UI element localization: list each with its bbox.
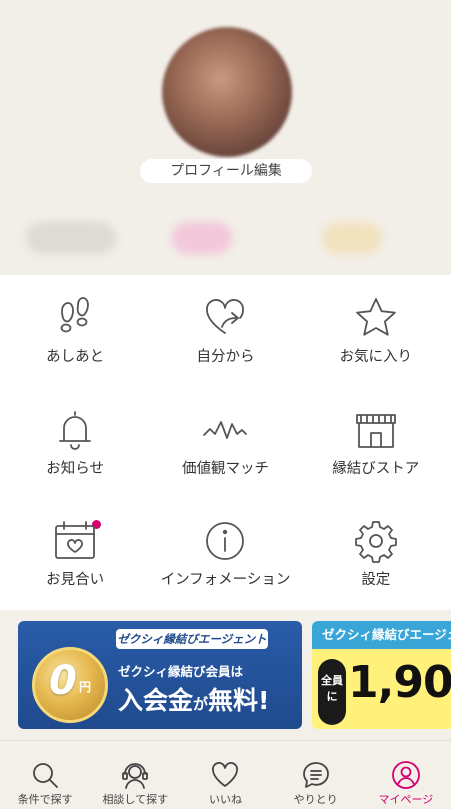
headline-part: が: [193, 695, 209, 713]
bottom-tab-bar: 条件で探す 相談して探す いいね やりとり マイページ: [0, 740, 451, 809]
store-icon: [353, 407, 399, 453]
zero-yen-coin: 0 円: [32, 647, 108, 723]
menu-item-footprints[interactable]: あしあと: [0, 275, 150, 387]
blurred-stat: [26, 222, 116, 254]
menu-item-settings[interactable]: 設定: [301, 498, 451, 610]
menu-item-favorites[interactable]: お気に入り: [301, 275, 451, 387]
tab-label: 条件で探す: [17, 793, 73, 806]
tab-search[interactable]: 条件で探す: [0, 741, 90, 809]
menu-label: 自分から: [196, 349, 255, 365]
menu-label: 価値観マッチ: [181, 460, 269, 477]
menu-label: お気に入り: [339, 349, 413, 365]
star-icon: [353, 295, 399, 341]
everyone-badge: 全員に: [318, 659, 346, 725]
tab-likes[interactable]: いいね: [180, 741, 270, 809]
banner-headline: 入会金が無料!: [118, 681, 269, 717]
agent-promo-banner[interactable]: ゼクシィ縁結びエージェント 0 円 ゼクシィ縁結び会員は 入会金が無料!: [18, 621, 302, 729]
footprints-icon: [52, 295, 98, 341]
agent-points-banner[interactable]: ゼクシィ縁結びエージェ 全員に 1,900: [312, 621, 451, 729]
menu-item-information[interactable]: インフォメーション: [150, 498, 300, 753]
chat-icon: [301, 760, 331, 790]
calendar-heart-icon: [52, 518, 98, 564]
tab-label: やりとり: [293, 793, 338, 806]
tab-mypage[interactable]: マイページ: [361, 741, 451, 809]
tab-label: いいね: [208, 793, 242, 806]
menu-label: お見合い: [46, 572, 105, 589]
heart-share-icon: [202, 295, 248, 341]
avatar[interactable]: [162, 27, 292, 157]
tab-label: 相談して探す: [102, 793, 169, 806]
menu-label: あしあと: [46, 349, 105, 365]
heart-icon: [210, 760, 240, 790]
mypage-menu: あしあと 自分から お気に入り お知らせ 価値観マッチ 縁結びストア お見合い …: [0, 275, 451, 753]
coin-value: 0: [49, 658, 77, 704]
menu-label: 設定: [361, 572, 391, 589]
info-icon: [202, 518, 248, 564]
headline-part: !: [258, 686, 270, 715]
banner2-title: ゼクシィ縁結びエージェ: [312, 621, 451, 649]
headset-icon: [120, 760, 150, 790]
menu-label: 縁結びストア: [332, 460, 420, 477]
headline-part: 無料: [208, 686, 259, 715]
tab-label: マイページ: [378, 793, 434, 806]
person-icon: [391, 760, 421, 790]
menu-item-my-likes[interactable]: 自分から: [150, 275, 300, 387]
menu-label: インフォメーション: [160, 572, 291, 589]
profile-header: プロフィール編集: [0, 0, 451, 275]
agent-logo: ゼクシィ縁結びエージェント: [116, 629, 268, 649]
menu-item-value-match[interactable]: 価値観マッチ: [150, 387, 300, 499]
pulse-icon: [202, 407, 248, 453]
menu-item-notifications[interactable]: お知らせ: [0, 387, 150, 529]
menu-item-store[interactable]: 縁結びストア: [301, 387, 451, 499]
search-icon: [30, 760, 60, 790]
banner2-amount: 1,900: [348, 657, 451, 708]
menu-label: お知らせ: [46, 460, 105, 477]
banner2-body: 全員に 1,900: [312, 649, 451, 729]
tab-consult[interactable]: 相談して探す: [90, 741, 180, 809]
coin-unit: 円: [79, 680, 92, 694]
blurred-stat: [172, 222, 232, 254]
banner-carousel[interactable]: ゼクシィ縁結びエージェント 0 円 ゼクシィ縁結び会員は 入会金が無料! ゼクシ…: [0, 610, 451, 740]
bell-icon: [52, 407, 98, 453]
blurred-stat: [322, 222, 382, 254]
banner-subtitle: ゼクシィ縁結び会員は: [118, 664, 244, 679]
profile-edit-button[interactable]: プロフィール編集: [140, 159, 312, 183]
menu-item-omiai[interactable]: お見合い: [0, 498, 150, 610]
headline-part: 入会金: [118, 686, 194, 715]
gear-icon: [353, 518, 399, 564]
tab-messages[interactable]: やりとり: [271, 741, 361, 809]
